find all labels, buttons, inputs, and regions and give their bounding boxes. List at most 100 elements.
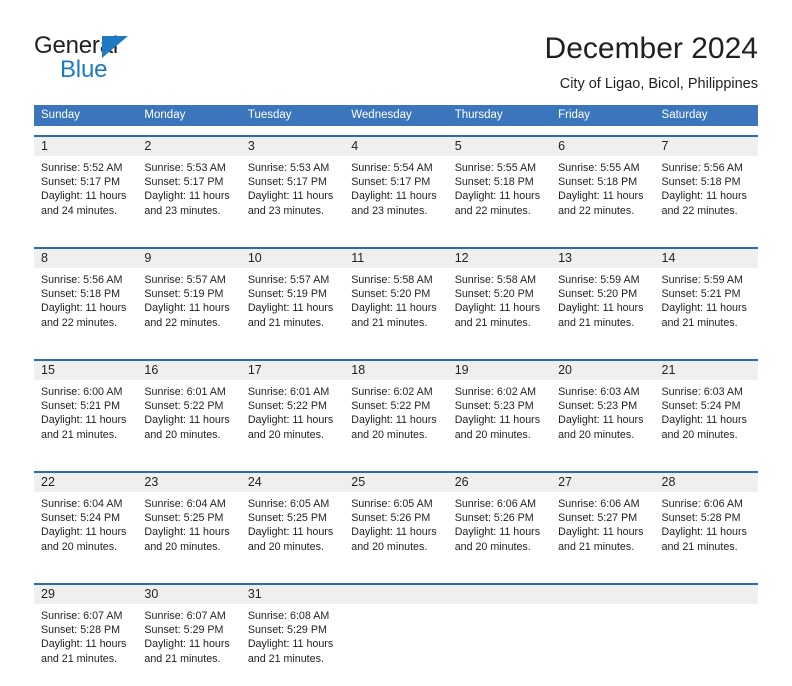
week-daynumber-band: 1 2 3 4 5 6 7 [34,137,758,156]
sunset-text: Sunset: 5:17 PM [41,176,121,189]
logo-triangle-icon [102,36,128,58]
sunrise-text: Sunrise: 6:06 AM [454,498,537,510]
day-number[interactable]: 14 [655,249,758,268]
day-cell[interactable]: Sunrise: 5:59 AM Sunset: 5:20 PM Dayligh… [551,268,654,350]
day-number[interactable]: 26 [448,473,551,492]
day-cell[interactable]: Sunrise: 6:05 AM Sunset: 5:26 PM Dayligh… [344,492,447,574]
logo[interactable]: General Blue [34,33,214,85]
day-number[interactable]: 15 [34,361,137,380]
day-cell[interactable]: Sunrise: 5:58 AM Sunset: 5:20 PM Dayligh… [344,268,447,350]
day-cell[interactable]: Sunrise: 5:59 AM Sunset: 5:21 PM Dayligh… [655,268,758,350]
day-number[interactable]: 12 [448,249,551,268]
daylight-text-line2: and 21 minutes. [661,540,738,553]
day-number[interactable]: 1 [34,137,137,156]
day-number[interactable]: 7 [655,137,758,156]
week-daynumber-band: 22 23 24 25 26 27 28 [34,473,758,492]
day-cell[interactable]: Sunrise: 6:03 AM Sunset: 5:23 PM Dayligh… [551,380,654,462]
page-header: General Blue December 2024 City of Ligao… [0,0,792,100]
day-cell[interactable]: Sunrise: 6:01 AM Sunset: 5:22 PM Dayligh… [241,380,344,462]
day-cell[interactable]: Sunrise: 6:07 AM Sunset: 5:28 PM Dayligh… [34,604,137,686]
day-cell[interactable]: Sunrise: 5:53 AM Sunset: 5:17 PM Dayligh… [241,156,344,238]
weekday-header-monday: Monday [144,109,186,121]
daylight-text-line1: Daylight: 11 hours [247,526,334,539]
day-number[interactable]: 18 [344,361,447,380]
day-cell[interactable]: Sunrise: 6:06 AM Sunset: 5:26 PM Dayligh… [448,492,551,574]
day-number[interactable]: 20 [551,361,654,380]
day-number[interactable]: 23 [137,473,240,492]
day-number[interactable]: 24 [241,473,344,492]
sunset-text: Sunset: 5:26 PM [351,512,431,525]
day-cell-empty [655,604,758,686]
day-number[interactable]: 4 [344,137,447,156]
day-sun-info: Sunrise: 5:55 AM Sunset: 5:18 PM Dayligh… [551,156,654,218]
day-number[interactable]: 16 [137,361,240,380]
day-number[interactable]: 29 [34,585,137,604]
daylight-text-line1: Daylight: 11 hours [41,302,127,315]
day-cell[interactable]: Sunrise: 5:57 AM Sunset: 5:19 PM Dayligh… [241,268,344,350]
daylight-text-line1: Daylight: 11 hours [41,638,127,651]
daylight-text-line1: Daylight: 11 hours [247,302,334,315]
day-cell[interactable]: Sunrise: 5:56 AM Sunset: 5:18 PM Dayligh… [34,268,137,350]
sunrise-text: Sunrise: 6:00 AM [41,386,123,398]
day-sun-info [344,604,447,609]
weekday-header-saturday: Saturday [661,109,708,121]
day-number[interactable]: 9 [137,249,240,268]
week-day-cells: Sunrise: 5:56 AM Sunset: 5:18 PM Dayligh… [34,268,758,350]
daylight-text-line1: Daylight: 11 hours [247,638,334,651]
day-cell[interactable]: Sunrise: 6:02 AM Sunset: 5:22 PM Dayligh… [344,380,447,462]
day-cell[interactable]: Sunrise: 6:04 AM Sunset: 5:25 PM Dayligh… [137,492,240,574]
day-number[interactable]: 10 [241,249,344,268]
day-cell[interactable]: Sunrise: 5:54 AM Sunset: 5:17 PM Dayligh… [344,156,447,238]
day-number[interactable]: 30 [137,585,240,604]
daylight-text-line1: Daylight: 11 hours [558,302,644,315]
day-number[interactable]: 17 [241,361,344,380]
sunset-text: Sunset: 5:28 PM [41,624,121,637]
day-cell[interactable]: Sunrise: 5:55 AM Sunset: 5:18 PM Dayligh… [551,156,654,238]
daylight-text-line1: Daylight: 11 hours [247,414,334,427]
day-cell[interactable]: Sunrise: 5:57 AM Sunset: 5:19 PM Dayligh… [137,268,240,350]
day-cell[interactable]: Sunrise: 5:58 AM Sunset: 5:20 PM Dayligh… [448,268,551,350]
day-number[interactable]: 13 [551,249,654,268]
day-number[interactable]: 8 [34,249,137,268]
daylight-text-line1: Daylight: 11 hours [351,190,437,203]
day-cell[interactable]: Sunrise: 5:55 AM Sunset: 5:18 PM Dayligh… [448,156,551,238]
day-number[interactable]: 31 [241,585,344,604]
day-cell[interactable]: Sunrise: 5:56 AM Sunset: 5:18 PM Dayligh… [655,156,758,238]
day-number[interactable]: 21 [655,361,758,380]
day-number[interactable]: 3 [241,137,344,156]
daylight-text-line2: and 20 minutes. [661,428,738,441]
weekday-header-thursday: Thursday [454,109,503,121]
day-cell[interactable]: Sunrise: 5:53 AM Sunset: 5:17 PM Dayligh… [137,156,240,238]
day-cell[interactable]: Sunrise: 6:00 AM Sunset: 5:21 PM Dayligh… [34,380,137,462]
day-cell[interactable]: Sunrise: 6:01 AM Sunset: 5:22 PM Dayligh… [137,380,240,462]
day-sun-info: Sunrise: 5:57 AM Sunset: 5:19 PM Dayligh… [241,268,344,330]
day-number[interactable]: 19 [448,361,551,380]
day-number[interactable]: 11 [344,249,447,268]
sunset-text: Sunset: 5:25 PM [247,512,327,525]
day-cell-empty [344,604,447,686]
day-cell[interactable]: Sunrise: 6:05 AM Sunset: 5:25 PM Dayligh… [241,492,344,574]
sunrise-text: Sunrise: 6:01 AM [144,386,226,398]
day-cell[interactable]: Sunrise: 6:06 AM Sunset: 5:27 PM Dayligh… [551,492,654,574]
day-number[interactable]: 28 [655,473,758,492]
day-cell[interactable]: Sunrise: 6:04 AM Sunset: 5:24 PM Dayligh… [34,492,137,574]
day-number[interactable]: 2 [137,137,240,156]
day-number[interactable]: 6 [551,137,654,156]
day-number[interactable]: 5 [448,137,551,156]
day-cell[interactable]: Sunrise: 6:07 AM Sunset: 5:29 PM Dayligh… [137,604,240,686]
sunrise-text: Sunrise: 6:02 AM [454,386,537,398]
daylight-text-line1: Daylight: 11 hours [558,526,644,539]
sunrise-text: Sunrise: 6:06 AM [558,498,640,510]
day-number[interactable]: 25 [344,473,447,492]
day-sun-info: Sunrise: 6:06 AM Sunset: 5:28 PM Dayligh… [655,492,758,554]
day-cell[interactable]: Sunrise: 6:06 AM Sunset: 5:28 PM Dayligh… [655,492,758,574]
day-number[interactable]: 27 [551,473,654,492]
daylight-text-line1: Daylight: 11 hours [454,302,541,315]
day-sun-info [551,604,654,609]
day-number[interactable]: 22 [34,473,137,492]
day-cell[interactable]: Sunrise: 6:03 AM Sunset: 5:24 PM Dayligh… [655,380,758,462]
day-cell[interactable]: Sunrise: 6:08 AM Sunset: 5:29 PM Dayligh… [241,604,344,686]
sunrise-text: Sunrise: 6:03 AM [558,386,640,398]
day-cell[interactable]: Sunrise: 6:02 AM Sunset: 5:23 PM Dayligh… [448,380,551,462]
day-cell[interactable]: Sunrise: 5:52 AM Sunset: 5:17 PM Dayligh… [34,156,137,238]
